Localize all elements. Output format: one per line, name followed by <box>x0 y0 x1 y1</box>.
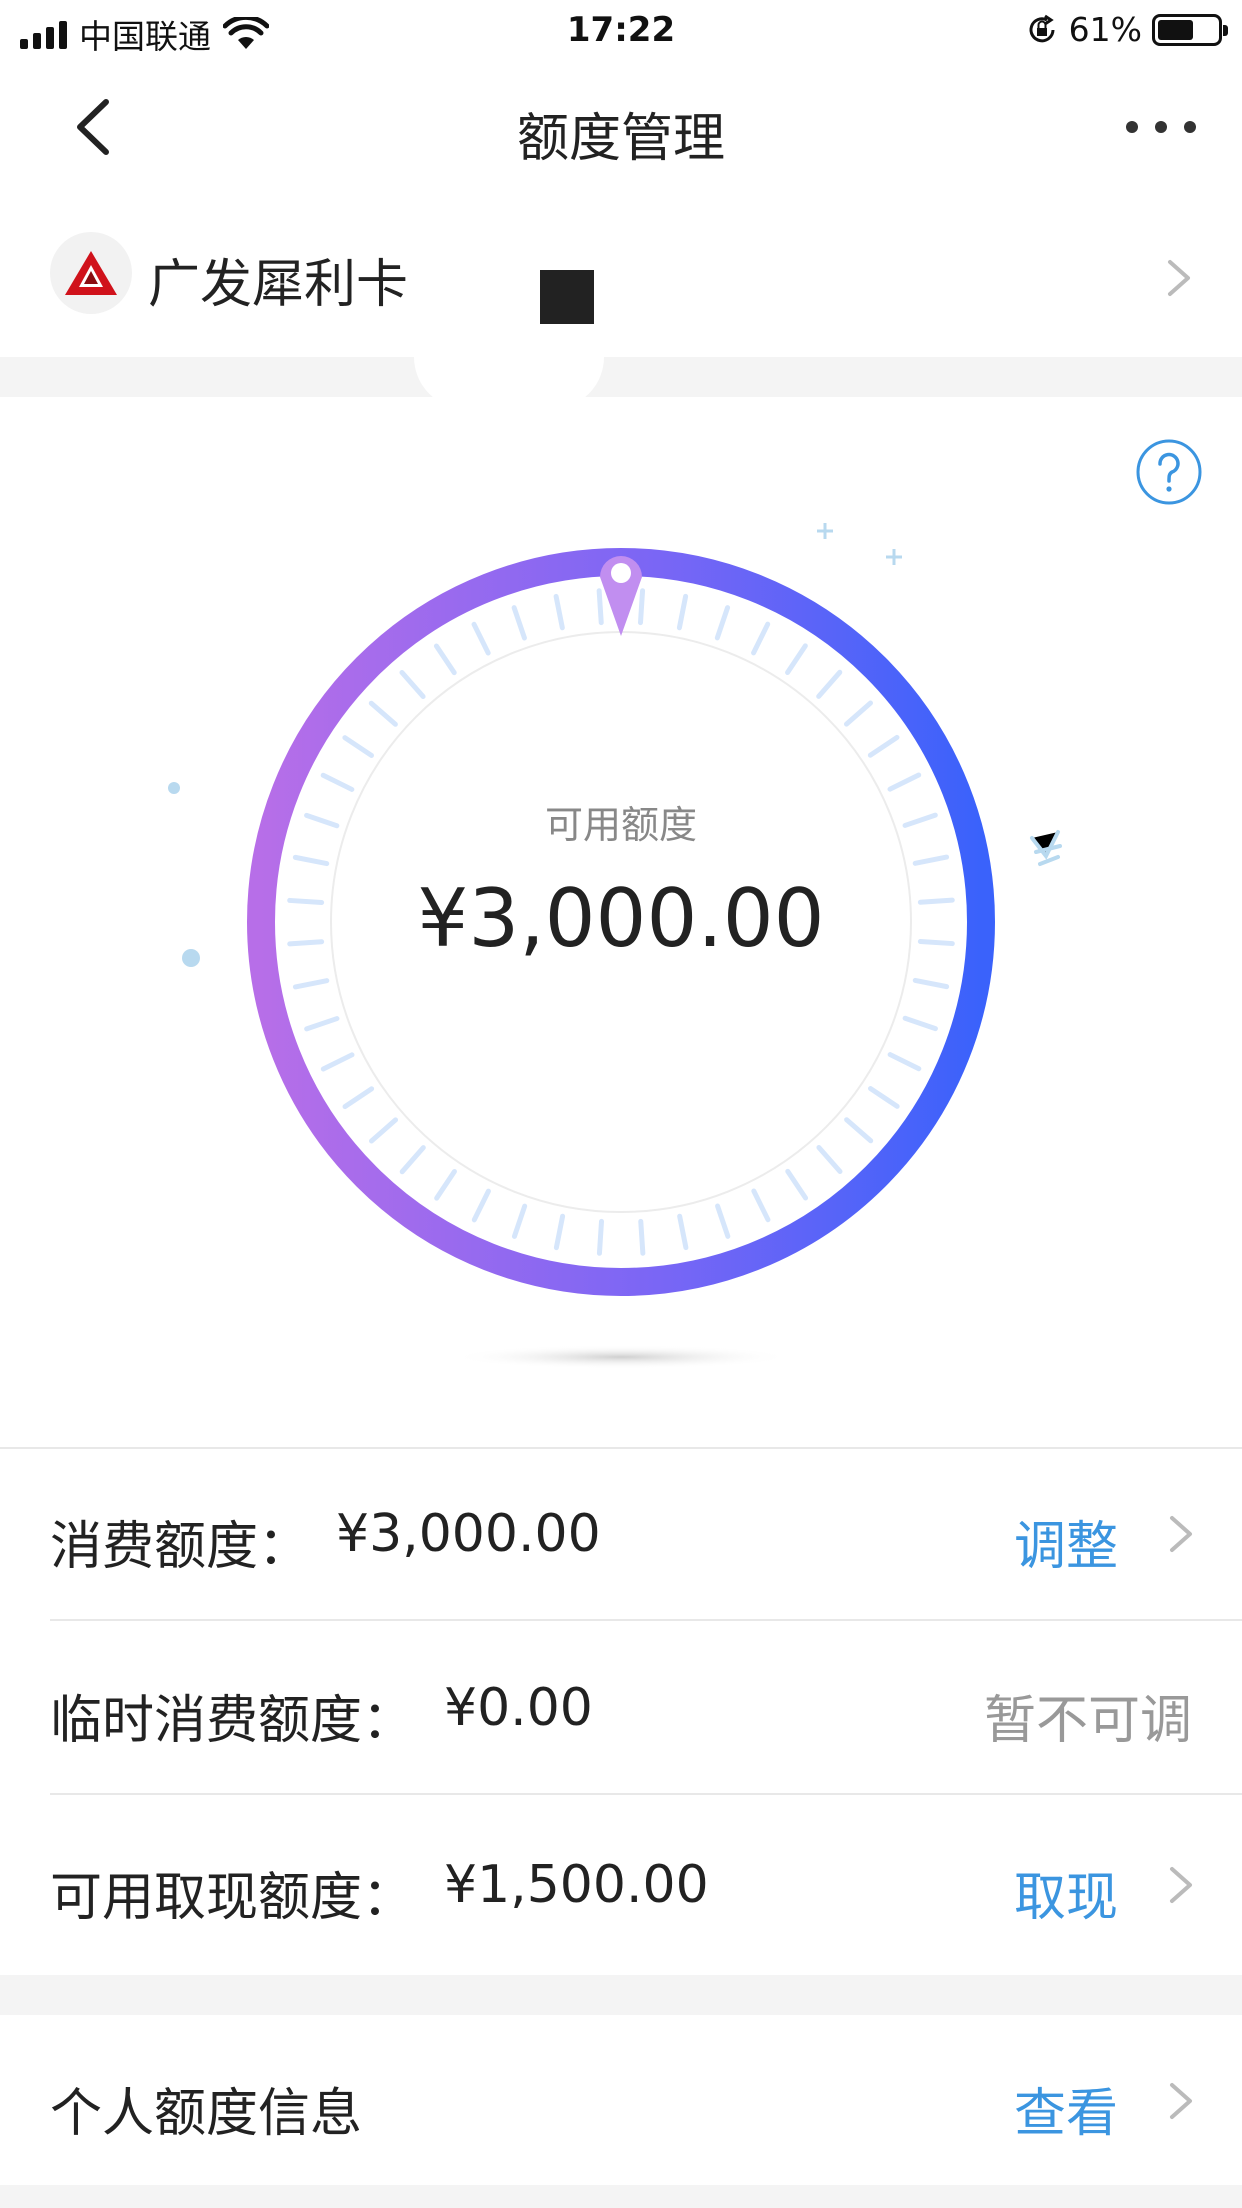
adjust-link[interactable]: 调整 <box>1014 1504 1118 1579</box>
ring-tick <box>471 1188 491 1223</box>
not-adjustable-text: 暂不可调 <box>983 1691 1192 1751</box>
battery-percent: 61% <box>1068 10 1142 49</box>
consumption-limit-value: ¥3,000.00 <box>336 1504 601 1564</box>
ring-tick <box>816 1144 843 1175</box>
ring-tick <box>887 772 922 792</box>
ring-tick <box>511 605 527 641</box>
consumption-limit-row[interactable]: 消费额度： ¥3,000.00 调整 <box>0 1449 1242 1619</box>
ring-tick <box>368 700 398 727</box>
ring-tick <box>912 977 950 990</box>
ring-tick <box>714 605 731 641</box>
cash-limit-label: 可用取现额度： <box>50 1868 415 1928</box>
ring-tick <box>368 1117 399 1144</box>
chevron-right-icon <box>1170 1516 1192 1552</box>
redaction-mark <box>540 270 594 324</box>
page-title: 额度管理 <box>516 109 725 169</box>
temp-limit-label: 临时消费额度： <box>50 1691 415 1751</box>
ring-pointer-icon <box>600 556 642 636</box>
ring-tick <box>292 978 330 990</box>
more-options-icon[interactable] <box>1126 102 1196 152</box>
rotation-lock-icon <box>1029 14 1055 42</box>
ring-shadow <box>451 1345 791 1369</box>
battery-icon <box>1152 13 1228 46</box>
ring-tick <box>912 854 950 866</box>
cash-limit-row[interactable]: 可用取现额度： ¥1,500.00 取现 <box>0 1795 1242 1975</box>
section-separator <box>0 1975 1242 2015</box>
ring-tick <box>342 1086 375 1110</box>
ring-tick <box>433 643 457 676</box>
bottom-band <box>0 2185 1242 2208</box>
ring-tick <box>596 588 604 626</box>
sparkle-icon <box>817 523 902 565</box>
temp-limit-value: ¥0.00 <box>444 1678 593 1738</box>
ring-tick <box>434 1169 457 1201</box>
ring-tick <box>715 1203 731 1239</box>
section-separator <box>0 357 1242 397</box>
withdraw-link[interactable]: 取现 <box>1014 1855 1118 1930</box>
consumption-limit-label: 消费额度： <box>50 1517 311 1577</box>
ring-tick <box>902 1015 938 1032</box>
ring-tick <box>320 1052 355 1072</box>
decor-dot <box>168 782 180 794</box>
card-name: 广发犀利卡 <box>148 255 409 315</box>
available-limit-label: 可用额度 <box>544 803 697 847</box>
ring-tick <box>304 1016 340 1032</box>
personal-limit-info-label: 个人额度信息 <box>50 2084 363 2144</box>
ring-tick <box>887 1052 922 1072</box>
ring-tick <box>751 1188 771 1223</box>
ring-tick <box>785 643 808 675</box>
ring-tick <box>596 1218 605 1256</box>
ring-tick <box>637 588 646 626</box>
ring-tick <box>816 669 843 699</box>
ring-tick <box>843 700 874 727</box>
ring-tick <box>471 621 491 656</box>
personal-limit-info-row[interactable]: 个人额度信息 查看 <box>0 2015 1242 2185</box>
ring-tick <box>511 1203 528 1239</box>
ring-tick <box>292 854 330 867</box>
ring-tick <box>342 735 374 758</box>
bank-logo-icon <box>50 232 132 314</box>
card-selector[interactable]: 广发犀利卡 <box>0 192 1242 357</box>
ring-tick <box>844 1117 874 1144</box>
help-icon[interactable] <box>1134 437 1204 507</box>
ring-tick <box>868 1086 900 1109</box>
ring-tick <box>320 772 355 792</box>
ring-tick <box>553 1213 566 1251</box>
view-link[interactable]: 查看 <box>1014 2071 1118 2146</box>
status-bar: 中国联通 17:22 61% <box>0 0 1242 62</box>
cash-limit-value: ¥1,500.00 <box>444 1855 709 1915</box>
chevron-right-icon <box>1170 2083 1192 2119</box>
ring-tick <box>638 1218 646 1256</box>
ring-tick <box>751 621 771 656</box>
available-limit-amount: ¥3,000.00 <box>417 872 825 965</box>
ring-tick <box>785 1168 809 1201</box>
ring-tick <box>399 1145 426 1175</box>
chevron-right-icon <box>1170 1867 1192 1903</box>
ring-tick <box>399 669 426 700</box>
temp-limit-row: 临时消费额度： ¥0.00 暂不可调 <box>0 1621 1242 1793</box>
ring-tick <box>676 593 689 631</box>
nav-bar: 额度管理 <box>0 62 1242 192</box>
chevron-right-icon <box>1168 260 1190 296</box>
ring-tick <box>867 734 900 758</box>
ring-tick <box>677 1213 689 1251</box>
ring-tick <box>553 593 565 631</box>
